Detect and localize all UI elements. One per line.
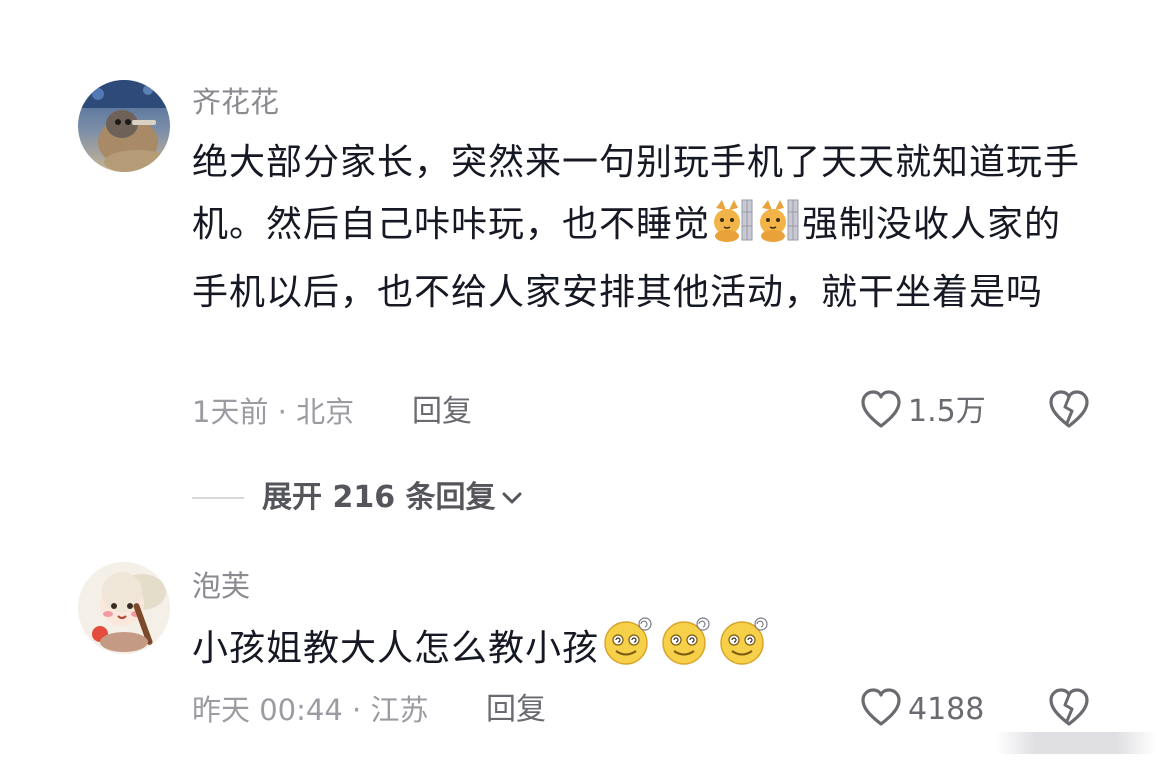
comment-text: 小孩姐教大人怎么教小孩	[192, 616, 1082, 686]
like-button[interactable]: 4188	[860, 688, 984, 732]
heart-icon	[860, 688, 902, 732]
watermark-overlay	[996, 732, 1156, 754]
like-count: 4188	[908, 692, 985, 727]
comment-text: 绝大部分家长，突然来一句别玩手机了天天就知道玩手机。然后自己咔咔玩，也不睡觉 强制…	[192, 132, 1082, 324]
dizzy-smile-emoji-icon	[659, 616, 713, 686]
like-button[interactable]: 1.5万	[860, 390, 986, 434]
reply-button[interactable]: 回复	[412, 392, 472, 432]
avatar[interactable]	[78, 80, 170, 172]
broken-heart-icon	[1048, 390, 1090, 434]
dizzy-smile-emoji-icon	[601, 616, 655, 686]
comment-text-part: 小孩姐教大人怎么教小孩	[192, 628, 600, 669]
dislike-button[interactable]	[1048, 688, 1090, 732]
cat-emoji-icon	[712, 198, 754, 262]
dislike-button[interactable]	[1048, 390, 1090, 434]
username[interactable]: 齐花花	[192, 82, 279, 122]
comment-meta: 昨天 00:44 · 江苏	[192, 693, 429, 727]
cat-emoji-icon	[758, 198, 800, 262]
heart-icon	[860, 390, 902, 434]
chevron-down-icon	[500, 489, 524, 507]
broken-heart-icon	[1048, 688, 1090, 732]
reply-button[interactable]: 回复	[486, 690, 546, 730]
like-count: 1.5万	[908, 394, 986, 429]
avatar[interactable]	[78, 562, 170, 654]
expand-replies-label: 展开 216 条回复	[262, 480, 496, 515]
divider	[192, 497, 244, 499]
expand-replies-button[interactable]: 展开 216 条回复	[192, 476, 524, 520]
comment-meta: 1天前 · 北京	[192, 395, 355, 429]
dizzy-smile-emoji-icon	[717, 616, 771, 686]
username[interactable]: 泡芙	[192, 566, 250, 606]
